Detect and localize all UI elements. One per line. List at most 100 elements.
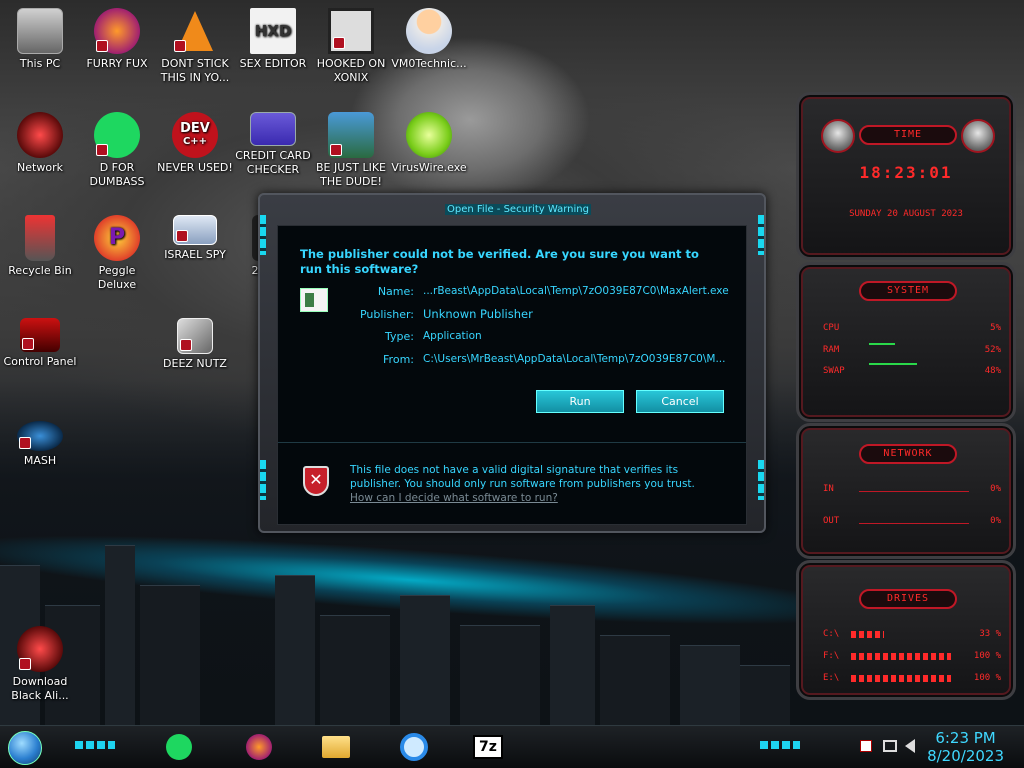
- clock-display: 18:23:01: [859, 163, 953, 182]
- publisher-value: Unknown Publisher: [423, 307, 533, 321]
- desktop-icon-vm0technic[interactable]: VM0Technic...: [391, 8, 467, 71]
- folder-icon: [322, 736, 350, 758]
- run-button[interactable]: Run: [536, 390, 624, 413]
- name-value: ...rBeast\AppData\Local\Temp\7zO039E87C0…: [423, 285, 729, 297]
- limewire-icon: [406, 112, 452, 158]
- cancel-button[interactable]: Cancel: [636, 390, 724, 413]
- dialog-accent: [260, 460, 266, 500]
- vlc-icon: [172, 8, 218, 54]
- network-alien-icon: [17, 112, 63, 158]
- control-panel-icon: [20, 318, 60, 352]
- desktop-icon-hooked-on-xonix[interactable]: HOOKED ON XONIX: [313, 8, 389, 85]
- game-icon: [328, 112, 374, 158]
- wallpaper-building: [600, 635, 670, 725]
- 7zip-icon: 7z: [473, 735, 503, 759]
- desktop-icon-label: MASH: [23, 454, 57, 467]
- network-tray-icon[interactable]: [883, 740, 897, 752]
- peggle-icon: P: [94, 215, 140, 261]
- desktop-icon-label: DEEZ NUTZ: [163, 357, 227, 370]
- wallpaper-building: [680, 645, 740, 725]
- desktop-icon-sex-editor[interactable]: HXD SEX EDITOR: [235, 8, 311, 71]
- swap-value: 48%: [984, 366, 1001, 376]
- stacked-windows-icon: [177, 318, 213, 354]
- dialog-accent: [758, 460, 764, 500]
- hxd-glyph: HXD: [254, 22, 292, 40]
- desktop-icon-label: D FOR DUMBASS: [89, 161, 145, 188]
- desktop-icon-viruswire[interactable]: VirusWire.exe: [391, 112, 467, 175]
- dialog-title: Open File - Security Warning: [445, 204, 591, 215]
- network-in-value: 0%: [990, 484, 1001, 494]
- drive-f-label: F:\: [823, 651, 840, 661]
- desktop-icon-never-used[interactable]: DEV C++ NEVER USED!: [157, 112, 233, 175]
- cpu-label: CPU: [823, 323, 840, 333]
- desktop-icon-label: FURRY FUX: [86, 57, 148, 70]
- desktop-icon-recycle-bin[interactable]: Recycle Bin: [2, 215, 78, 278]
- swap-label: SWAP: [823, 366, 845, 376]
- desktop-icon-label: HOOKED ON XONIX: [316, 57, 386, 84]
- wallpaper-building: [140, 585, 200, 725]
- wallpaper-building: [320, 615, 390, 725]
- desktop-icon-peggle[interactable]: P Peggle Deluxe: [79, 215, 155, 292]
- taskbar-spotify-button[interactable]: [163, 732, 195, 762]
- internet-explorer-icon: [400, 733, 428, 761]
- desktop-icon-dont-stick[interactable]: DONT STICK THIS IN YO...: [157, 8, 233, 85]
- system-gadget: SYSTEM CPU 5% RAM 52% SWAP 48%: [796, 262, 1016, 422]
- desktop-icon-deez-nutz[interactable]: DEEZ NUTZ: [157, 318, 233, 371]
- name-label: Name:: [377, 285, 414, 298]
- taskbar-firefox-button[interactable]: [243, 732, 275, 762]
- desktop-icon-this-pc[interactable]: This PC: [2, 8, 78, 71]
- desktop-icon-download-black[interactable]: Download Black Ali...: [2, 626, 78, 703]
- credit-card-icon: [250, 112, 296, 146]
- drive-c-row: C:\ 33 %: [823, 629, 1001, 639]
- taskbar-ie-button[interactable]: [398, 732, 430, 762]
- dialog-heading: The publisher could not be verified. Are…: [300, 247, 699, 276]
- desktop-icon-control-panel[interactable]: Control Panel: [2, 318, 78, 369]
- network-in-graph: [859, 478, 969, 492]
- network-in-label: IN: [823, 484, 834, 494]
- alien-download-icon: [17, 626, 63, 672]
- help-link[interactable]: How can I decide what software to run?: [350, 492, 558, 504]
- cpu-value: 5%: [990, 323, 1001, 333]
- computer-icon: [17, 8, 63, 54]
- taskbar-explorer-button[interactable]: [320, 732, 352, 762]
- clock-time: 6:23 PM: [935, 729, 996, 747]
- recycle-bin-icon: [25, 215, 55, 261]
- volume-icon[interactable]: [905, 739, 915, 753]
- desktop-icon-furry-fux[interactable]: FURRY FUX: [79, 8, 155, 71]
- taskbar-7zip-button[interactable]: 7z: [472, 732, 504, 762]
- mash-icon: [17, 421, 63, 451]
- from-label: From:: [383, 353, 414, 366]
- drives-gadget: DRIVES C:\ 33 % F:\ 100 % E:\ 100 %: [796, 560, 1016, 700]
- desktop-icon-label: Network: [17, 161, 63, 174]
- desktop-icon-mash[interactable]: MASH: [2, 421, 78, 468]
- drive-f-bar: [851, 653, 951, 660]
- hxd-icon: HXD: [250, 8, 296, 54]
- wallpaper-building: [460, 625, 540, 725]
- desktop-icon-label: Download Black Ali...: [11, 675, 69, 702]
- warning-text: This file does not have a valid digital …: [350, 464, 695, 490]
- dev-glyph: DEV: [180, 121, 210, 136]
- wallpaper-building: [550, 605, 595, 725]
- network-out-value: 0%: [990, 516, 1001, 526]
- taskbar: 7z 6:23 PM 8/20/2023: [0, 725, 1024, 768]
- clock-date: 8/20/2023: [927, 747, 1004, 765]
- action-center-flag-icon[interactable]: [860, 740, 872, 752]
- time-gadget: TIME 18:23:01 SUNDAY 20 AUGUST 2023: [796, 92, 1016, 260]
- dialog-body: The publisher could not be verified. Are…: [277, 225, 747, 525]
- spotify-icon: [166, 734, 192, 760]
- desktop-icon-be-just-like[interactable]: BE JUST LIKE THE DUDE!: [313, 112, 389, 189]
- start-orb-button[interactable]: [8, 731, 42, 765]
- desktop-icon-d-for-dumbass[interactable]: D FOR DUMBASS: [79, 112, 155, 189]
- taskbar-clock[interactable]: 6:23 PM 8/20/2023: [927, 729, 1004, 765]
- desktop-icon-network[interactable]: Network: [2, 112, 78, 175]
- desktop-icon-label: Recycle Bin: [8, 264, 72, 277]
- swap-row: SWAP 48%: [823, 366, 1001, 376]
- desktop-icon-label: Peggle Deluxe: [97, 264, 137, 291]
- taskbar-accent: [75, 741, 115, 749]
- application-file-icon: [300, 288, 328, 312]
- taskbar-accent: [760, 741, 800, 749]
- desktop-icon-credit-card-checker[interactable]: CREDIT CARD CHECKER: [235, 112, 311, 177]
- network-out-graph: [859, 510, 969, 524]
- desktop-icon-label: NEVER USED!: [157, 161, 233, 174]
- ram-label: RAM: [823, 345, 840, 355]
